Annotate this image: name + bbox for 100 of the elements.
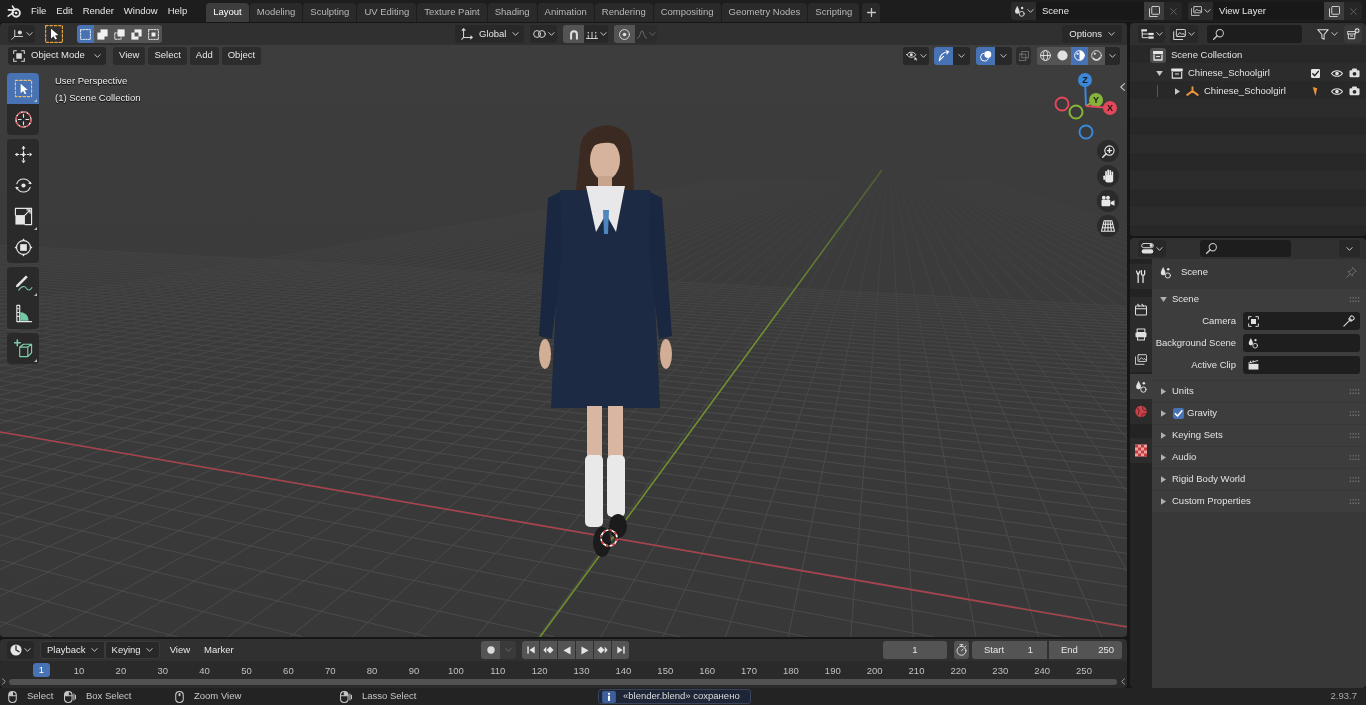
drag-handle-icon[interactable] — [1349, 389, 1360, 394]
workspace-tab[interactable]: Animation — [537, 3, 594, 22]
triangle-right-icon[interactable] — [1161, 476, 1166, 483]
copy-button[interactable] — [1144, 2, 1164, 20]
playback-button[interactable] — [612, 641, 629, 659]
tool-button[interactable] — [7, 139, 39, 170]
properties-tab[interactable] — [1130, 374, 1152, 399]
playback-button[interactable] — [576, 641, 593, 659]
workspace-tab[interactable]: Texture Paint — [417, 3, 487, 22]
snap-toggle[interactable] — [563, 25, 584, 43]
options-dropdown[interactable]: Options — [1062, 25, 1122, 43]
workspace-tab[interactable]: Compositing — [653, 3, 721, 22]
tool-button[interactable] — [7, 104, 39, 135]
workspace-tab[interactable]: Layout — [206, 3, 249, 22]
menu-button[interactable]: Marker — [197, 641, 241, 659]
triangle-right-icon[interactable] — [1161, 388, 1166, 395]
menu-dropdown[interactable]: Playback — [40, 641, 105, 659]
selection-mode-button[interactable] — [111, 25, 128, 43]
logo-icon[interactable] — [7, 4, 22, 18]
tool-button[interactable] — [7, 267, 39, 298]
tool-button[interactable] — [7, 333, 39, 364]
snap-element-dropdown[interactable] — [584, 25, 608, 43]
panel-header[interactable]: Units — [1152, 381, 1366, 402]
checkbox-icon[interactable] — [1173, 408, 1184, 419]
panel-header[interactable]: Keying Sets — [1152, 425, 1366, 446]
panel-header[interactable]: Audio — [1152, 447, 1366, 468]
menu-item[interactable]: Help — [162, 0, 193, 22]
panel-header[interactable]: Scene — [1152, 289, 1366, 310]
properties-tab[interactable] — [1130, 347, 1152, 372]
view-layer-dropdown[interactable] — [1170, 25, 1198, 43]
current-frame-marker[interactable]: 1 — [33, 663, 50, 677]
playback-button[interactable] — [540, 641, 557, 659]
browse-button[interactable] — [1011, 2, 1036, 20]
outliner-item-label[interactable]: Chinese_Schoolgirl — [1188, 65, 1270, 81]
properties-tab[interactable] — [1130, 297, 1152, 322]
auto-keying-toggle[interactable] — [481, 641, 500, 659]
camera-icon[interactable] — [1349, 86, 1360, 96]
workspace-tab[interactable]: Geometry Nodes — [721, 3, 808, 22]
drag-handle-icon[interactable] — [1349, 477, 1360, 482]
background-scene-field[interactable] — [1243, 334, 1360, 352]
add-workspace-button[interactable] — [862, 3, 881, 22]
drag-handle-icon[interactable] — [1349, 499, 1360, 504]
menu-dropdown[interactable]: Keying — [104, 641, 160, 659]
active-tool-button[interactable] — [44, 24, 63, 44]
new-collection-button[interactable] — [1344, 25, 1362, 43]
triangle-right-icon[interactable] — [1161, 498, 1166, 505]
drag-handle-icon[interactable] — [1349, 411, 1360, 416]
selection-mode-button[interactable] — [128, 25, 145, 43]
orientation-dropdown[interactable]: Global — [455, 25, 524, 43]
outliner-item-label[interactable]: Scene Collection — [1171, 47, 1243, 63]
menu-item[interactable]: Edit — [51, 0, 78, 22]
editor-type-button[interactable] — [8, 25, 35, 43]
camera-icon[interactable] — [1349, 68, 1360, 78]
panel-header[interactable]: Custom Properties — [1152, 491, 1366, 512]
triangle-down-icon[interactable] — [1160, 297, 1167, 302]
eye-icon[interactable] — [1331, 86, 1343, 96]
region-toggle[interactable] — [1120, 677, 1126, 686]
selection-mode-button[interactable] — [94, 25, 111, 43]
menu-button[interactable]: View — [162, 641, 198, 659]
workspace-tab[interactable]: UV Editing — [357, 3, 417, 22]
menu-item[interactable]: File — [26, 0, 52, 22]
workspace-tab[interactable]: Modeling — [249, 3, 303, 22]
triangle-right-icon[interactable] — [1161, 410, 1166, 417]
drag-handle-icon[interactable] — [1349, 455, 1360, 460]
search-field[interactable] — [1207, 25, 1302, 43]
properties-tab[interactable] — [1130, 264, 1152, 289]
playback-button[interactable] — [558, 641, 575, 659]
negative-x-axis-handle[interactable] — [1054, 96, 1070, 112]
active-clip-field[interactable] — [1243, 356, 1360, 374]
playback-button[interactable] — [594, 641, 611, 659]
scene-name-field[interactable]: Scene — [1036, 2, 1144, 20]
display-mode-dropdown[interactable] — [1138, 25, 1165, 43]
triangle-right-icon[interactable] — [1161, 454, 1166, 461]
workspace-tab[interactable]: Scripting — [808, 3, 860, 22]
selection-mode-button[interactable] — [145, 25, 162, 43]
region-toggle[interactable] — [1, 677, 7, 686]
negative-y-axis-handle[interactable] — [1068, 104, 1084, 120]
pivot-dropdown[interactable] — [530, 25, 557, 43]
search-field[interactable] — [1200, 240, 1291, 257]
sidebar-toggle[interactable] — [1118, 81, 1126, 93]
eye-icon[interactable] — [1331, 68, 1343, 78]
start-frame-field[interactable]: Start 1 — [972, 641, 1047, 659]
triangle-right-icon[interactable] — [1161, 432, 1166, 439]
camera-field[interactable] — [1243, 312, 1360, 330]
menu-item[interactable]: Render — [77, 0, 119, 22]
panel-header[interactable]: Rigid Body World — [1152, 469, 1366, 490]
checkbox-icon[interactable] — [1310, 68, 1320, 78]
negative-z-axis-handle[interactable] — [1078, 124, 1094, 140]
triangle-right-icon[interactable] — [1174, 87, 1180, 95]
tool-button[interactable] — [7, 298, 39, 329]
eyedropper-icon[interactable] — [1343, 315, 1355, 327]
copy-button[interactable] — [1324, 2, 1344, 20]
tool-button[interactable] — [7, 232, 39, 263]
view-layer-name-field[interactable]: View Layer — [1213, 2, 1324, 20]
drag-handle-icon[interactable] — [1349, 433, 1360, 438]
drag-handle-icon[interactable] — [1349, 297, 1360, 302]
outliner-item-label[interactable]: Chinese_Schoolgirl — [1204, 83, 1286, 99]
playback-button[interactable] — [522, 641, 539, 659]
triangle-down-icon[interactable] — [1155, 70, 1163, 76]
timeline-scrollbar[interactable] — [9, 679, 1117, 685]
